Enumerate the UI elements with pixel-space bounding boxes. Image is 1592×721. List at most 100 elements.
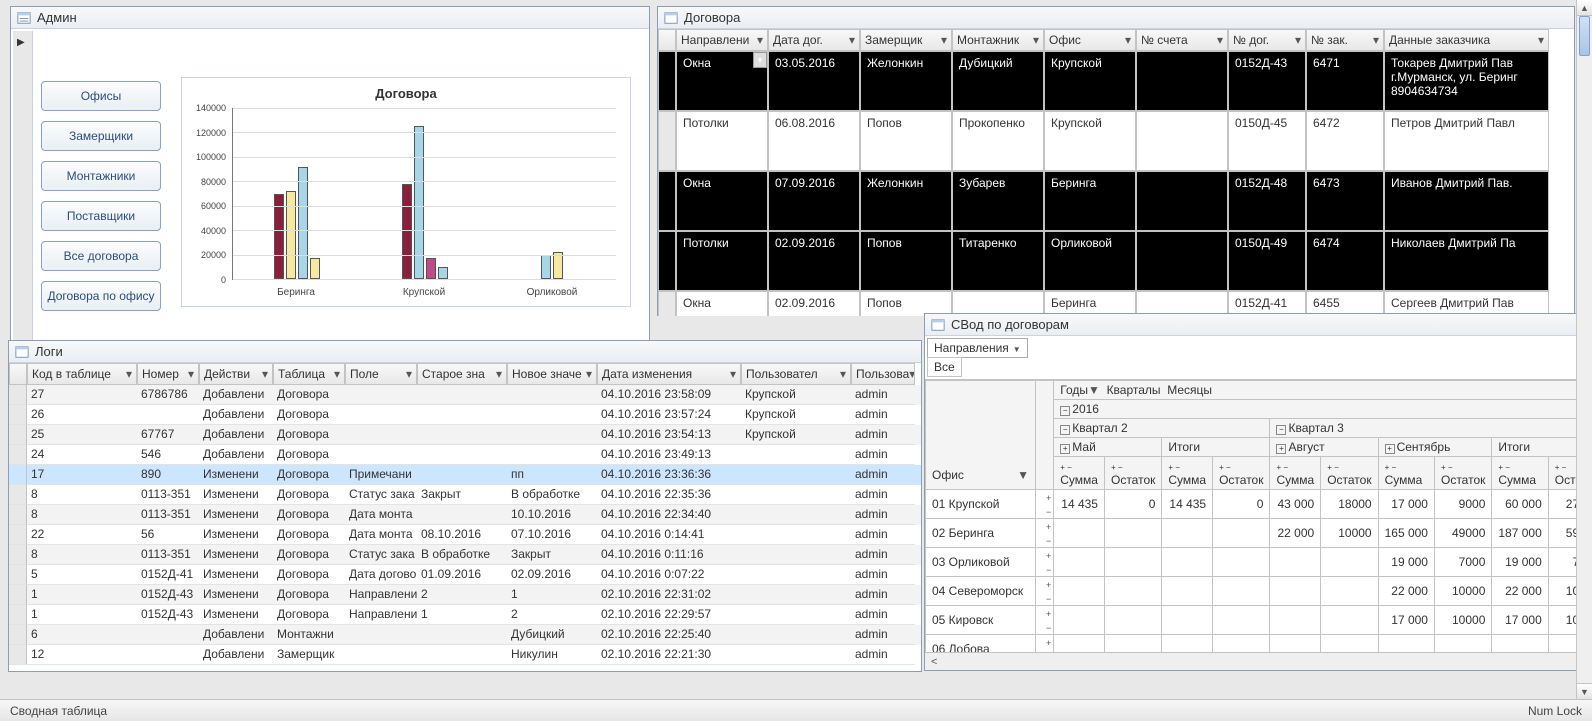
logs-cell[interactable] — [741, 505, 851, 525]
logs-cell[interactable] — [345, 385, 417, 405]
pivot-row[interactable]: 06 Лобова+− — [926, 635, 1584, 653]
logs-cell[interactable] — [741, 645, 851, 665]
row-selector[interactable] — [658, 171, 676, 231]
logs-column-header[interactable]: Дата изменения▾ — [597, 363, 741, 385]
logs-cell[interactable] — [417, 425, 507, 445]
logs-cell[interactable] — [137, 645, 199, 665]
pivot-cell[interactable] — [1162, 635, 1213, 653]
pivot-measure-header[interactable]: + −Остаток — [1434, 457, 1491, 490]
logs-row[interactable]: 80113-351ИзменениДоговораСтатус закаЗакр… — [9, 485, 921, 505]
logs-cell[interactable]: 22 — [27, 525, 137, 545]
logs-cell[interactable]: 02.10.2016 22:21:30 — [597, 645, 741, 665]
pivot-cell[interactable] — [1162, 548, 1213, 577]
contracts-cell[interactable]: 06.08.2016 — [768, 111, 860, 171]
logs-row[interactable]: 80113-351ИзменениДоговораДата монта10.10… — [9, 505, 921, 525]
logs-cell[interactable]: 08.10.2016 — [417, 525, 507, 545]
logs-cell[interactable]: admin — [851, 585, 915, 605]
logs-cell[interactable]: Договора — [273, 605, 345, 625]
pivot-cell[interactable]: 0 — [1213, 490, 1270, 519]
logs-column-header[interactable]: Код в таблице▾ — [27, 363, 137, 385]
logs-cell[interactable] — [137, 625, 199, 645]
logs-cell[interactable]: Крупской — [741, 425, 851, 445]
contracts-cell[interactable]: Потолки — [676, 111, 768, 171]
logs-cell[interactable] — [741, 525, 851, 545]
pivot-cell[interactable]: 9000 — [1434, 490, 1491, 519]
contracts-row[interactable]: Потолки02.09.2016ПоповТитаренкоОрликовой… — [658, 231, 1574, 291]
chevron-down-icon[interactable]: ▾ — [188, 367, 194, 381]
logs-cell[interactable]: 07.10.2016 — [507, 525, 597, 545]
logs-row[interactable]: 12ДобавлениЗамерщикНикулин02.10.2016 22:… — [9, 645, 921, 665]
logs-cell[interactable]: 04.10.2016 0:14:41 — [597, 525, 741, 545]
pivot-row-label[interactable]: 01 Крупской — [926, 490, 1036, 519]
logs-cell[interactable] — [417, 645, 507, 665]
logs-row[interactable]: 276786786ДобавлениДоговора04.10.2016 23:… — [9, 385, 921, 405]
pivot-cell[interactable] — [1054, 577, 1105, 606]
row-selector[interactable] — [658, 291, 676, 316]
expand-icon[interactable]: +− — [1046, 609, 1051, 633]
logs-cell[interactable]: 02.09.2016 — [507, 565, 597, 585]
pivot-row-label[interactable]: 02 Беринга — [926, 519, 1036, 548]
pivot-cell[interactable] — [1104, 577, 1161, 606]
chevron-down-icon[interactable]: ▾ — [1125, 33, 1131, 47]
logs-cell[interactable]: Добавлени — [199, 405, 273, 425]
logs-column-header[interactable]: Пользова▾ — [851, 363, 915, 385]
expand-icon[interactable]: +− — [1046, 551, 1051, 575]
logs-cell[interactable] — [741, 445, 851, 465]
contracts-cell[interactable]: 6473 — [1306, 171, 1384, 231]
logs-cell[interactable]: admin — [851, 485, 915, 505]
logs-cell[interactable]: Никулин — [507, 645, 597, 665]
pivot-cell[interactable] — [1321, 606, 1378, 635]
logs-cell[interactable]: 04.10.2016 0:07:22 — [597, 565, 741, 585]
logs-cell[interactable]: Изменени — [199, 525, 273, 545]
pivot-cell[interactable] — [1054, 548, 1105, 577]
pivot-cell[interactable] — [1104, 519, 1161, 548]
logs-cell[interactable] — [417, 445, 507, 465]
logs-cell[interactable]: Статус зака — [345, 485, 417, 505]
pivot-row-label[interactable]: 05 Кировск — [926, 606, 1036, 635]
collapse-icon[interactable]: − — [1276, 425, 1286, 435]
contracts-row[interactable]: Окна07.09.2016ЖелонкинЗубаревБеринга0152… — [658, 171, 1574, 231]
logs-column-header[interactable]: Номер▾ — [137, 363, 199, 385]
pivot-cell[interactable] — [1270, 635, 1321, 653]
logs-cell[interactable]: 1 — [27, 585, 137, 605]
contracts-cell[interactable]: Потолки — [676, 231, 768, 291]
row-selector[interactable] — [9, 545, 27, 565]
logs-row[interactable]: 2567767ДобавлениДоговора04.10.2016 23:54… — [9, 425, 921, 445]
contracts-cell[interactable] — [1136, 231, 1228, 291]
logs-cell[interactable]: Добавлени — [199, 425, 273, 445]
row-selector[interactable] — [658, 51, 676, 111]
pivot-cell[interactable]: 17 000 — [1378, 490, 1434, 519]
logs-cell[interactable] — [741, 465, 851, 485]
pivot-cell[interactable] — [1162, 577, 1213, 606]
logs-cell[interactable]: Добавлени — [199, 625, 273, 645]
pivot-cell[interactable] — [1213, 577, 1270, 606]
logs-cell[interactable]: 2 — [507, 605, 597, 625]
chevron-down-icon[interactable]: ▾ — [1033, 33, 1039, 47]
logs-cell[interactable]: 6 — [27, 625, 137, 645]
contracts-chart[interactable]: Договора 0200004000060000800001000001200… — [181, 77, 631, 307]
collapse-icon[interactable]: − — [1060, 425, 1070, 435]
logs-cell[interactable]: Дата монта — [345, 525, 417, 545]
contracts-cell[interactable]: Желонкин — [860, 171, 952, 231]
logs-row[interactable]: 26ДобавлениДоговора04.10.2016 23:57:24Кр… — [9, 405, 921, 425]
expand-icon[interactable]: + — [1385, 444, 1395, 454]
row-selector[interactable] — [9, 605, 27, 625]
logs-cell[interactable]: 0113-351 — [137, 545, 199, 565]
logs-cell[interactable]: admin — [851, 505, 915, 525]
pivot-cell[interactable]: 0 — [1104, 490, 1161, 519]
logs-cell[interactable]: Дубицкий — [507, 625, 597, 645]
logs-cell[interactable] — [507, 405, 597, 425]
pivot-measure-header[interactable]: + −Остаток — [1321, 457, 1378, 490]
row-selector[interactable] — [9, 585, 27, 605]
logs-cell[interactable]: 1 — [27, 605, 137, 625]
expand-icon[interactable]: + — [1276, 444, 1286, 454]
contracts-cell[interactable]: Крупской — [1044, 51, 1136, 111]
pivot-cell[interactable] — [1213, 519, 1270, 548]
contracts-column-header[interactable]: № дог.▾ — [1228, 29, 1306, 51]
pivot-measure-header[interactable]: + −Остаток — [1104, 457, 1161, 490]
contracts-cell[interactable]: Токарев Дмитрий Павг.Мурманск, ул. Берин… — [1384, 51, 1549, 111]
logs-cell[interactable] — [417, 405, 507, 425]
logs-cell[interactable]: Статус зака — [345, 545, 417, 565]
pivot-cell[interactable] — [1492, 635, 1548, 653]
chevron-down-icon[interactable]: ▾ — [849, 33, 855, 47]
